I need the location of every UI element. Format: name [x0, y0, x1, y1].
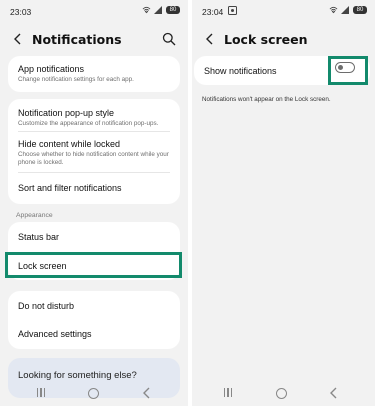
item-title: Hide content while locked — [18, 139, 121, 149]
notifications-screen: 23:03 80 Notifications App notifications… — [0, 0, 188, 406]
app-bar: Notifications — [0, 26, 188, 52]
item-title: App notifications — [18, 64, 85, 74]
home-icon[interactable] — [276, 388, 287, 399]
hide-content-item[interactable]: Hide content while locked Choose whether… — [8, 132, 180, 172]
nav-bar — [192, 382, 375, 406]
page-title: Lock screen — [224, 31, 308, 47]
notification-options-card: Notification pop-up style Customize the … — [8, 99, 180, 204]
wifi-icon — [329, 6, 338, 14]
app-notifications-card: App notifications Change notification se… — [8, 56, 180, 92]
battery-icon: 80 — [166, 6, 180, 14]
nav-back-icon[interactable] — [329, 387, 339, 399]
app-bar: Lock screen — [192, 26, 375, 52]
status-icons: 80 — [142, 6, 180, 14]
item-title: Do not disturb — [18, 301, 75, 311]
item-subtitle: Choose whether to hide notification cont… — [18, 151, 169, 166]
recent-apps-icon[interactable] — [36, 388, 46, 398]
status-bar: 23:03 80 — [0, 0, 188, 22]
info-text: Notifications won't appear on the Lock s… — [202, 96, 331, 103]
nav-back-icon[interactable] — [142, 387, 152, 399]
item-subtitle: Customize the appearance of notification… — [18, 120, 159, 127]
item-subtitle: Change notification settings for each ap… — [18, 76, 134, 83]
lock-screen-highlight — [5, 252, 182, 278]
notification-icon — [228, 6, 237, 15]
item-title: Status bar — [18, 232, 60, 242]
nav-bar — [0, 382, 188, 406]
item-title: Notification pop-up style — [18, 108, 115, 118]
do-not-disturb-item[interactable]: Do not disturb — [8, 291, 180, 320]
advanced-settings-item[interactable]: Advanced settings — [8, 320, 180, 349]
back-icon[interactable] — [202, 32, 216, 46]
other-settings-card: Do not disturb Advanced settings — [8, 291, 180, 349]
recent-apps-icon[interactable] — [223, 388, 233, 398]
sort-filter-item[interactable]: Sort and filter notifications — [8, 173, 180, 204]
status-bar-item[interactable]: Status bar — [8, 222, 180, 251]
status-bar: 23:04 80 — [192, 0, 375, 22]
back-icon[interactable] — [10, 32, 24, 46]
status-time: 23:04 — [202, 7, 224, 17]
signal-icon — [341, 6, 349, 14]
section-label: Appearance — [16, 212, 53, 219]
item-title: Sort and filter notifications — [18, 183, 122, 193]
page-title: Notifications — [32, 31, 122, 47]
app-notifications-item[interactable]: App notifications Change notification se… — [8, 56, 180, 84]
home-icon[interactable] — [88, 388, 99, 399]
status-time: 23:03 — [10, 7, 32, 17]
item-title: Advanced settings — [18, 329, 92, 339]
battery-icon: 80 — [353, 6, 367, 14]
wifi-icon — [142, 6, 151, 14]
popup-style-item[interactable]: Notification pop-up style Customize the … — [8, 99, 180, 131]
search-icon[interactable] — [162, 32, 176, 46]
signal-icon — [154, 6, 162, 14]
toggle-highlight — [328, 56, 368, 85]
status-icons: 80 — [329, 6, 367, 14]
lock-screen-screen: 23:04 80 Lock screen Show notifications … — [192, 0, 375, 406]
